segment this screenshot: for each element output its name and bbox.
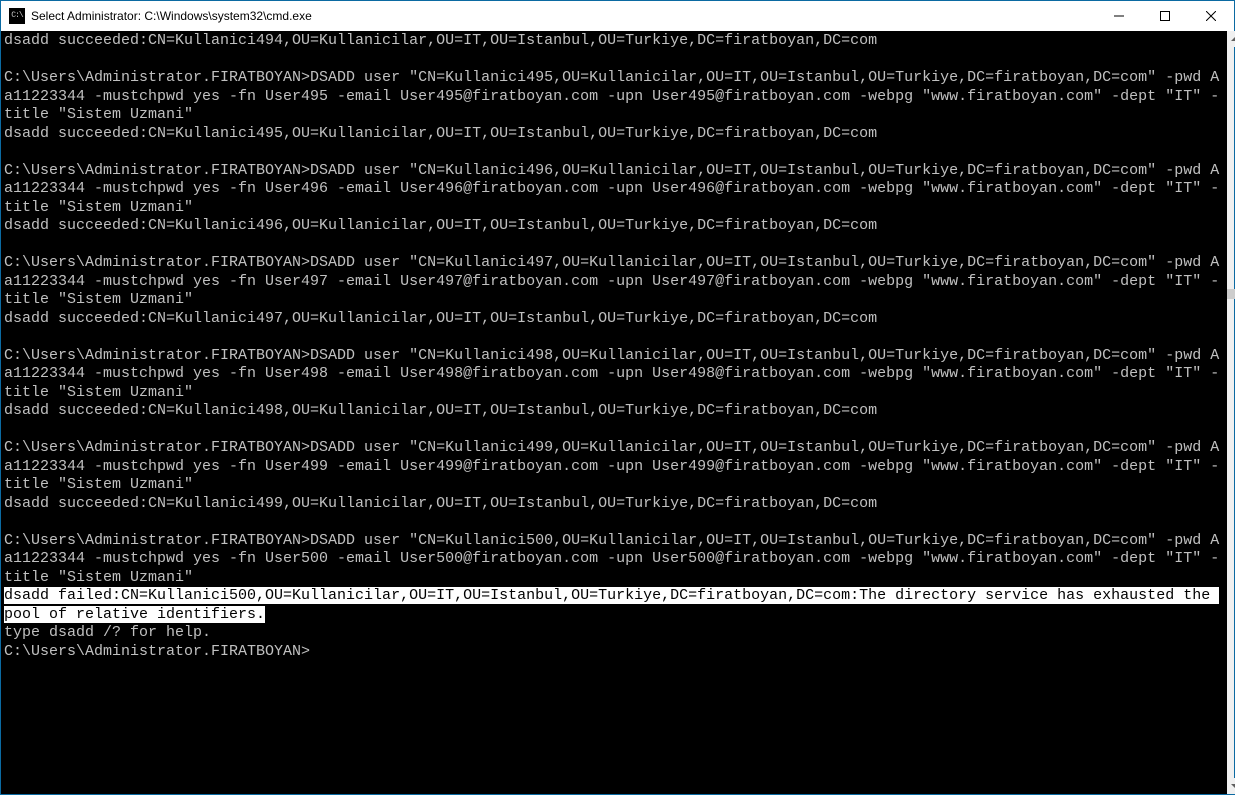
console-line: dsadd succeeded:CN=Kullanici495,OU=Kulla… (4, 125, 877, 142)
console-output[interactable]: dsadd succeeded:CN=Kullanici494,OU=Kulla… (1, 31, 1227, 794)
console-line: C:\Users\Administrator.FIRATBOYAN>DSADD … (4, 254, 1219, 308)
console-line: C:\Users\Administrator.FIRATBOYAN>DSADD … (4, 69, 1219, 123)
console-line: C:\Users\Administrator.FIRATBOYAN>DSADD … (4, 532, 1219, 586)
console-line-selected: dsadd failed:CN=Kullanici500,OU=Kullanic… (4, 587, 1219, 623)
minimize-button[interactable] (1096, 1, 1142, 31)
scrollbar-vertical[interactable] (1227, 31, 1234, 794)
console-line: dsadd succeeded:CN=Kullanici498,OU=Kulla… (4, 402, 877, 419)
console-line: dsadd succeeded:CN=Kullanici499,OU=Kulla… (4, 495, 877, 512)
console-line: dsadd succeeded:CN=Kullanici497,OU=Kulla… (4, 310, 877, 327)
titlebar[interactable]: C:\ Select Administrator: C:\Windows\sys… (1, 1, 1234, 31)
console-line: C:\Users\Administrator.FIRATBOYAN>DSADD … (4, 439, 1219, 493)
scroll-up-button[interactable] (1227, 31, 1235, 47)
console-line: C:\Users\Administrator.FIRATBOYAN> (4, 643, 310, 660)
maximize-button[interactable] (1142, 1, 1188, 31)
scroll-down-button[interactable] (1227, 778, 1235, 794)
console-line: dsadd succeeded:CN=Kullanici496,OU=Kulla… (4, 217, 877, 234)
scroll-thumb[interactable] (1227, 289, 1235, 299)
cmd-icon: C:\ (9, 8, 25, 24)
window-controls (1096, 1, 1234, 31)
console-line: C:\Users\Administrator.FIRATBOYAN>DSADD … (4, 347, 1219, 401)
console-line: C:\Users\Administrator.FIRATBOYAN>DSADD … (4, 162, 1219, 216)
window-title: Select Administrator: C:\Windows\system3… (31, 9, 312, 23)
cmd-window: C:\ Select Administrator: C:\Windows\sys… (0, 0, 1235, 795)
console-line: type dsadd /? for help. (4, 624, 211, 641)
close-button[interactable] (1188, 1, 1234, 31)
console-line: dsadd succeeded:CN=Kullanici494,OU=Kulla… (4, 32, 877, 49)
